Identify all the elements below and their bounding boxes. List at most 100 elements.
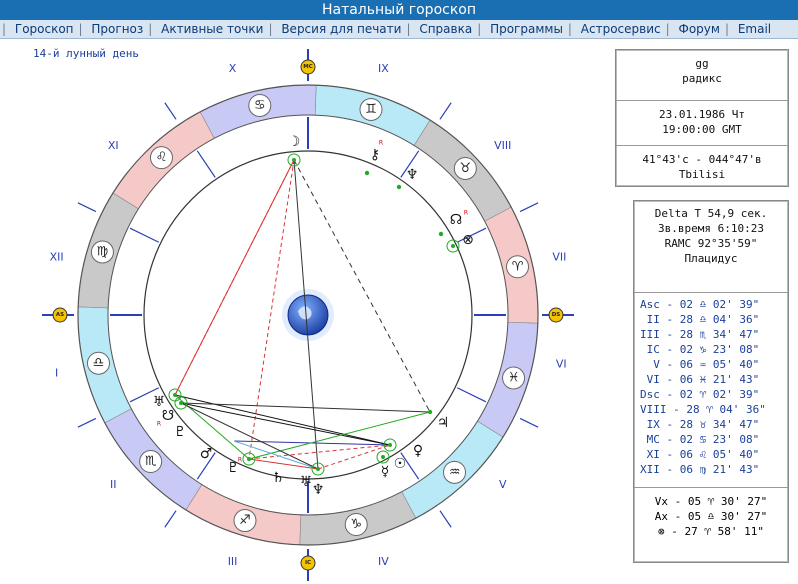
house-number-label: X [229, 62, 237, 75]
pluto-glyph: ♇ [174, 424, 187, 440]
cusp-vi: VI - 06 ♓ 21' 43" [640, 373, 760, 386]
cusp-asc: Asc - 02 ♎ 02' 39" [640, 298, 760, 311]
cusp-xii: XII - 06 ♍ 21' 43" [640, 463, 760, 476]
chart-owner-name: gg [695, 57, 709, 70]
south-node-glyph: ☋ [162, 408, 174, 424]
planet-position-dot [451, 244, 455, 248]
cusp-xi: XI - 06 ♌ 05' 40" [640, 448, 760, 461]
cusp-dsc: Dsc - 02 ♈ 02' 39" [640, 388, 760, 401]
planet-position-dot [427, 409, 433, 415]
chart-time: 19:00:00 GMT [662, 123, 742, 136]
planet-position-dot [292, 158, 296, 162]
zodiac-sign-glyph: ♍ [97, 244, 109, 259]
moon-glyph: ☽ [288, 134, 301, 150]
chart-datetime-section: 23.01.1986 Чт 19:00:00 GMT [616, 101, 788, 146]
chiron-glyph: ⚷ [370, 147, 380, 163]
zodiac-sign-glyph: ♎ [93, 356, 105, 371]
zodiac-sign-glyph: ♉ [460, 161, 472, 176]
menu-separator: | [148, 22, 153, 36]
zodiac-sign-glyph: ♈ [512, 259, 524, 274]
neptune-glyph: ♆ [406, 167, 419, 183]
house-cusp-tick [439, 510, 452, 528]
house-number-label: XI [108, 139, 119, 152]
natal-chart-wheel: ♎♏♐ ♑♒♓♈♉♊♋♌♍IIIIII IVVVIVIIVIIIIXXXIXIIAS… [42, 49, 574, 581]
sun-glyph: ☉ [394, 456, 407, 472]
jupiter-glyph: ♃ [437, 415, 450, 431]
zodiac-sign-glyph: ♒ [449, 465, 461, 480]
sidereal-time: Зв.время 6:10:23 [658, 222, 764, 235]
retrograde-mark: R [464, 210, 468, 217]
menu-separator: | [2, 22, 7, 36]
cusp-v: V - 06 ♒ 05' 40" [640, 358, 760, 371]
zodiac-sign-glyph: ♓ [508, 371, 520, 386]
menu-item-horoscope[interactable]: Гороскоп [12, 22, 77, 36]
chart-type: радикс [682, 72, 722, 85]
retrograde-mark: R [379, 140, 383, 147]
menu-item-email[interactable]: Email [735, 22, 774, 36]
menu-separator: | [567, 22, 572, 36]
window-title: Натальный гороскоп [0, 0, 798, 20]
axis-label-as: AS [56, 312, 64, 318]
menu-item-astroservice[interactable]: Астросервис [578, 22, 664, 36]
venus-glyph: ♀ [413, 443, 423, 459]
north-node-glyph: ☊ [450, 212, 462, 228]
menu-item-forecast[interactable]: Прогноз [88, 22, 146, 36]
planet-position-dot [364, 170, 370, 176]
zodiac-sign-glyph: ♐ [239, 513, 251, 528]
house-number-label: XII [50, 250, 64, 263]
menu-item-help[interactable]: Справка [416, 22, 475, 36]
point-fortune: ⊗ - 27 ♈ 58' 11" [658, 525, 764, 538]
cusp-ic: IC - 02 ♑ 23' 08" [640, 343, 760, 356]
chart-owner-section: gg радикс [616, 50, 788, 101]
menu-item-forum[interactable]: Форум [676, 22, 723, 36]
menu-separator: | [406, 22, 411, 36]
house-cusp-tick [519, 202, 539, 213]
chart-coordinates: 41°43'с - 044°47'в [642, 153, 762, 166]
time-info-section: Delta T 54,9 сек. Зв.время 6:10:23 RAMC … [634, 201, 788, 293]
menu-item-programs[interactable]: Программы [487, 22, 566, 36]
menu-item-active-points[interactable]: Активные точки [158, 22, 266, 36]
cusp-ii: II - 28 ♎ 04' 36" [640, 313, 760, 326]
house-number-label: VIII [494, 139, 511, 152]
planet-position-dot [247, 457, 251, 461]
zodiac-sign-glyph: ♋ [254, 98, 266, 113]
ramc: RAMC 92°35'59" [664, 237, 758, 250]
menu-separator: | [665, 22, 670, 36]
house-number-label: VII [552, 250, 566, 263]
house-number-label: II [110, 478, 117, 491]
chart-location-section: 41°43'с - 044°47'в Tbilisi [616, 146, 788, 182]
house-cusp-tick [164, 102, 177, 120]
planet-position-dot [179, 401, 183, 405]
cusp-list: Asc - 02 ♎ 02' 39" II - 28 ♎ 04' 36" III… [634, 293, 788, 488]
menu-separator: | [268, 22, 273, 36]
retrograde-mark: R [157, 421, 161, 428]
axis-label-mc: MC [303, 64, 313, 70]
cusp-viii: VIII - 28 ♈ 04' 36" [640, 403, 766, 416]
house-cusp-tick [164, 510, 177, 528]
retrograde-mark: R [238, 457, 242, 464]
mercury-glyph: ☿ [381, 464, 390, 480]
house-number-label: VI [556, 358, 567, 371]
planet-position-dot [381, 455, 385, 459]
cusp-ix: IX - 28 ♉ 34' 47" [640, 418, 760, 431]
house-cusp-tick [439, 102, 452, 120]
main-menu: | Гороскоп | Прогноз | Активные точки | Вер… [0, 20, 798, 39]
saturn-glyph: ♄ [272, 470, 285, 486]
axis-label-ds: DS [552, 312, 561, 318]
menu-item-print-version[interactable]: Версия для печати [278, 22, 404, 36]
house-cusp-tick [77, 202, 97, 213]
point-vertex: Vx - 05 ♈ 30' 27" [654, 495, 768, 508]
zodiac-sign-glyph: ♊ [365, 102, 377, 117]
menu-separator: | [78, 22, 83, 36]
planet-position-dot [173, 393, 177, 397]
zodiac-sign-glyph: ♑ [350, 517, 362, 532]
neptune-glyph: ♆ [312, 482, 325, 498]
cusp-iii: III - 28 ♏ 34' 47" [640, 328, 760, 341]
mars-glyph: ♂ [200, 446, 213, 462]
house-number-label: IX [378, 62, 389, 75]
chart-city: Tbilisi [678, 168, 726, 181]
zodiac-sign-glyph: ♏ [145, 454, 157, 469]
chart-date: 23.01.1986 Чт [658, 108, 746, 121]
house-number-label: V [499, 478, 507, 491]
delta-t: Delta T 54,9 сек. [654, 207, 768, 220]
